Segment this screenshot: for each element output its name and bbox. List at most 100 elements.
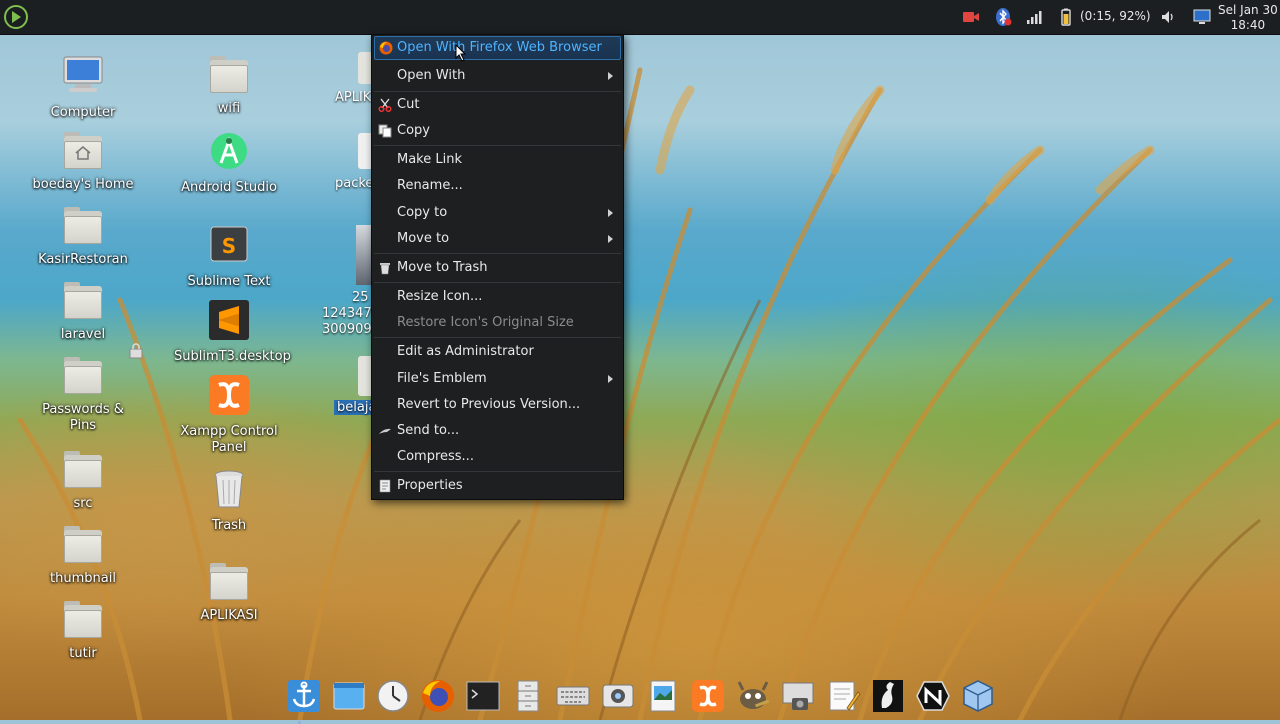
file-cabinet-icon[interactable]	[510, 678, 546, 714]
menu-send-to[interactable]: Send to...	[374, 419, 621, 443]
virtualbox-icon[interactable]	[960, 678, 996, 714]
menu-separator	[374, 145, 621, 146]
menu-move-to-trash[interactable]: Move to Trash	[374, 256, 621, 280]
camera-record-icon[interactable]	[961, 7, 981, 27]
gimp-icon[interactable]	[735, 678, 771, 714]
menu-properties[interactable]: Properties	[374, 474, 621, 498]
sublime-text-icon: S	[210, 226, 248, 262]
lock-icon	[129, 343, 143, 359]
scissors-icon	[378, 98, 392, 112]
folder-icon	[207, 54, 251, 98]
submenu-arrow-icon	[608, 209, 613, 217]
menu-open-with[interactable]: Open With	[374, 64, 621, 88]
image-viewer-icon[interactable]	[645, 678, 681, 714]
folder-icon	[61, 280, 105, 324]
display-icon[interactable]	[1192, 7, 1212, 27]
battery-charging-icon[interactable]	[1056, 7, 1076, 27]
menu-copy-to[interactable]: Copy to	[374, 201, 621, 225]
menu-revert-version[interactable]: Revert to Previous Version...	[374, 393, 621, 417]
android-studio-icon	[211, 133, 247, 169]
submenu-arrow-icon	[608, 375, 613, 383]
partial-label-300909: 300909	[322, 322, 372, 337]
home-folder-icon	[61, 130, 105, 174]
window-icon[interactable]	[331, 678, 367, 714]
signal-icon[interactable]	[1024, 7, 1044, 27]
keyboard-icon[interactable]	[555, 678, 591, 714]
clock-icon[interactable]	[375, 678, 411, 714]
folder-icon	[61, 205, 105, 249]
menu-files-emblem[interactable]: File's Emblem	[374, 367, 621, 391]
webcam-icon[interactable]	[600, 678, 636, 714]
xampp-icon	[209, 375, 249, 415]
desktop-icon-android-studio[interactable]: Android Studio	[174, 129, 284, 196]
menu-separator	[374, 282, 621, 283]
menu-move-to[interactable]: Move to	[374, 227, 621, 251]
menu-separator	[374, 471, 621, 472]
volume-icon[interactable]	[1158, 7, 1178, 27]
desktop-icon-xampp[interactable]: Xampp Control Panel	[174, 373, 284, 456]
menu-copy[interactable]: Copy	[374, 119, 621, 143]
clock-date: Sel Jan 30	[1218, 3, 1278, 17]
folder-icon	[61, 599, 105, 643]
desktop-icon-trash[interactable]: Trash	[174, 467, 284, 534]
screenshot-icon[interactable]	[780, 678, 816, 714]
text-editor-icon[interactable]	[825, 678, 861, 714]
partial-label-aplik: APLIK	[335, 90, 372, 105]
desktop-icon-partial-selected[interactable]	[358, 356, 372, 396]
menu-resize-icon[interactable]: Resize Icon...	[374, 285, 621, 309]
partial-label-124347: 124347	[322, 306, 372, 321]
desktop-icon-tutir[interactable]: tutir	[28, 599, 138, 662]
bluetooth-icon[interactable]	[993, 7, 1013, 27]
desktop-icon-home[interactable]: boeday's Home	[28, 130, 138, 193]
desktop-icon-partial-file[interactable]	[358, 133, 372, 169]
desktop-icon-laravel[interactable]: laravel	[28, 280, 138, 343]
battery-status: (0:15, 92%)	[1080, 9, 1151, 23]
desktop-icon-thumbnail[interactable]: thumbnail	[28, 524, 138, 587]
menu-restore-icon-size: Restore Icon's Original Size	[397, 315, 574, 330]
send-icon	[379, 428, 391, 434]
dock	[282, 672, 1002, 724]
firefox-icon	[379, 41, 393, 55]
desktop-icon-partial-folder[interactable]	[358, 52, 372, 84]
submenu-arrow-icon	[608, 72, 613, 80]
firefox-icon[interactable]	[420, 678, 456, 714]
folder-icon	[207, 561, 251, 605]
desktop-icon-passwords[interactable]: Passwords & Pins	[28, 343, 143, 434]
desktop-icon-sublime-text[interactable]: S Sublime Text	[174, 223, 284, 290]
top-panel: (0:15, 92%) Sel Jan 30 18:40	[0, 0, 1280, 35]
desktop-icon-aplikasi[interactable]: APLIKASI	[174, 561, 284, 624]
menu-open-with-firefox[interactable]: Open With Firefox Web Browser	[374, 36, 621, 60]
partial-label-packe: packe	[335, 176, 374, 191]
menu-compress[interactable]: Compress...	[374, 445, 621, 469]
anchor-icon[interactable]	[286, 678, 322, 714]
properties-icon	[379, 479, 391, 493]
submenu-arrow-icon	[608, 235, 613, 243]
clock[interactable]: Sel Jan 30 18:40	[1218, 3, 1278, 33]
desktop-icon-sublimt3[interactable]: SublimT3.desktop	[174, 298, 291, 365]
partial-label-25: 25	[352, 290, 369, 305]
trash-icon	[214, 470, 244, 508]
menu-cut[interactable]: Cut	[374, 93, 621, 117]
terminal-icon[interactable]	[465, 678, 501, 714]
copy-icon	[378, 124, 392, 138]
desktop-icon-wifi[interactable]: wifi	[174, 54, 284, 117]
nomachine-icon[interactable]	[915, 678, 951, 714]
desktop-icon-computer[interactable]: Computer	[28, 54, 138, 121]
clock-time: 18:40	[1230, 18, 1266, 32]
inkscape-icon[interactable]	[870, 678, 906, 714]
menu-edit-as-admin[interactable]: Edit as Administrator	[374, 340, 621, 364]
desktop-icon-partial-image[interactable]	[356, 225, 372, 285]
mouse-cursor-icon	[455, 44, 467, 62]
menu-separator	[374, 253, 621, 254]
menu-separator	[374, 337, 621, 338]
menu-make-link[interactable]: Make Link	[374, 148, 621, 172]
desktop-icon-src[interactable]: src	[28, 449, 138, 512]
xampp-icon[interactable]	[690, 678, 726, 714]
folder-icon	[61, 449, 105, 493]
menu-icon[interactable]	[3, 4, 29, 30]
folder-icon	[61, 524, 105, 568]
svg-text:S: S	[222, 234, 236, 258]
desktop-icon-kasirrestoran[interactable]: KasirRestoran	[28, 205, 138, 268]
menu-rename[interactable]: Rename...	[374, 174, 621, 198]
trash-icon	[380, 263, 390, 275]
